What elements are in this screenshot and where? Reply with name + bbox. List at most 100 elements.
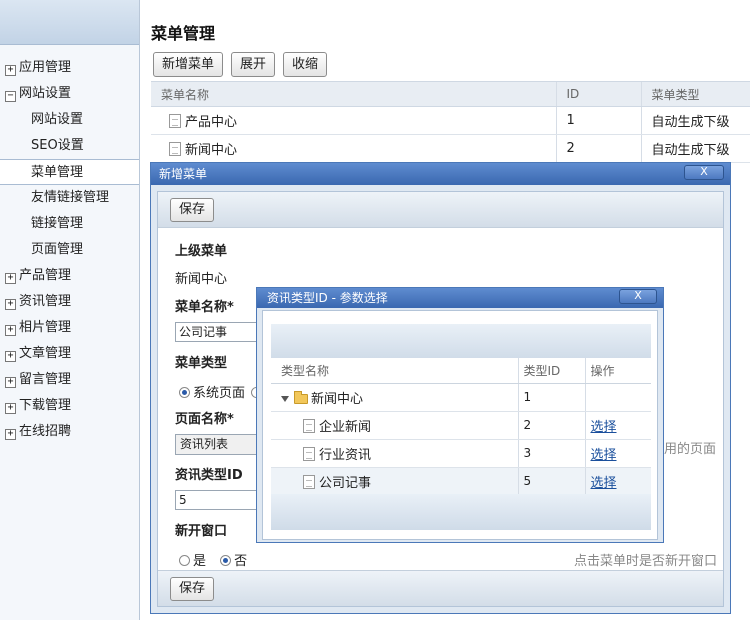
table-row[interactable]: 企业新闻 2 选择 [271,411,651,440]
sidebar-item-friend-links[interactable]: 友情链接管理 [0,185,139,211]
radio-system-page[interactable] [179,387,190,398]
type-name-cell: 企业新闻 [271,411,518,440]
expand-icon[interactable]: + [5,403,16,414]
expand-icon[interactable]: + [5,377,16,388]
tree-root-name: 新闻中心 [311,391,364,407]
row-name: 新闻中心 [185,143,238,158]
sidebar-menu: + 应用管理 − 网站设置 网站设置 SEO设置 菜单管理 友情链接管理 链接管理 … [0,55,139,445]
collapse-button[interactable]: 收缩 [283,52,328,77]
pick-toolbar-bottom [271,494,651,530]
sidebar-item-menu-manage[interactable]: 菜单管理 [0,159,139,185]
sidebar-item-products[interactable]: + 产品管理 [0,263,139,289]
table-header: 类型名称 类型ID 操作 [271,358,651,384]
select-link[interactable]: 选择 [591,476,617,491]
menu-name-input[interactable]: 公司记事 [175,322,261,342]
tree-root-row[interactable]: 新闻中心 1 [271,383,651,412]
radio-no[interactable] [220,555,232,566]
column-header-type[interactable]: 菜单类型 [640,81,750,107]
sidebar-item-links[interactable]: 链接管理 [0,211,139,237]
news-type-id-input[interactable]: 5 [175,490,261,510]
sidebar-item-photos[interactable]: + 相片管理 [0,315,139,341]
column-header-type-name[interactable]: 类型名称 [271,358,518,384]
news-type-table: 类型名称 类型ID 操作 新闻中心 1 企业新闻 2 选择 行业资讯 3 选择 … [271,358,651,496]
pick-toolbar-top [271,324,651,360]
parent-menu-value: 新闻中心 [175,272,228,287]
menu-type-label: 菜单类型 [175,356,228,371]
row-type: 自动生成下级 [640,106,750,135]
page-name-select[interactable]: 资讯列表 [175,434,261,455]
new-window-radio-group: 是 否 [179,550,247,569]
table-row[interactable]: 新闻中心 2 自动生成下级 [151,134,750,163]
document-icon [169,114,181,128]
type-name: 公司记事 [319,475,372,491]
type-name-cell: 公司记事 [271,467,518,496]
tree-root-id: 1 [517,383,585,412]
column-header-name[interactable]: 菜单名称 [151,81,556,107]
document-icon [169,142,181,156]
sidebar-item-recruit[interactable]: + 在线招聘 [0,419,139,445]
table-row[interactable]: 产品中心 1 自动生成下级 [151,106,750,135]
type-name: 行业资讯 [319,447,372,463]
column-header-type-id[interactable]: 类型ID [517,358,585,384]
select-link[interactable]: 选择 [591,448,617,463]
table-row[interactable]: 公司记事 5 选择 [271,467,651,496]
radio-system-page-label: 系统页面 [193,386,246,401]
sidebar-item-label: 网站设置 [31,112,84,127]
close-icon[interactable]: X [619,289,657,304]
sidebar-item-downloads[interactable]: + 下载管理 [0,393,139,419]
dialog-title[interactable]: 新增菜单 [151,163,730,185]
sidebar-item-site-settings[interactable]: 网站设置 [0,107,139,133]
dialog-body: 类型名称 类型ID 操作 新闻中心 1 企业新闻 2 选择 行业资讯 3 选择 … [262,310,658,540]
tree-root-action [584,383,651,412]
dialog-toolbar-top: 保存 [158,192,723,228]
sidebar-item-label: 菜单管理 [31,165,84,180]
expand-icon[interactable]: + [5,325,16,336]
row-id: 1 [555,106,641,135]
tree-root-cell: 新闻中心 [271,383,518,412]
radio-yes[interactable] [179,555,190,566]
sidebar-item-app[interactable]: + 应用管理 [0,55,139,81]
sidebar-item-label: 资讯管理 [19,294,72,309]
news-type-id-label: 资讯类型ID [175,468,243,483]
sidebar-item-label: 文章管理 [19,346,72,361]
expand-icon[interactable]: + [5,351,16,362]
type-name-cell: 行业资讯 [271,439,518,468]
save-button-bottom[interactable]: 保存 [170,577,215,601]
expand-icon[interactable]: + [5,273,16,284]
action-cell: 选择 [584,411,651,440]
sidebar-item-seo[interactable]: SEO设置 [0,133,139,159]
menu-name-label: 菜单名称* [175,300,234,315]
collapse-icon[interactable]: − [5,91,16,102]
expand-icon[interactable]: + [5,65,16,76]
parent-menu-label: 上级菜单 [175,244,228,259]
type-name: 企业新闻 [319,419,372,435]
sidebar-item-label: 应用管理 [19,60,72,75]
expand-icon[interactable]: + [5,299,16,310]
row-name-cell: 产品中心 [151,106,556,135]
expand-icon[interactable]: + [5,429,16,440]
column-header-action[interactable]: 操作 [584,358,651,384]
action-cell: 选择 [584,467,651,496]
expand-button[interactable]: 展开 [231,52,276,77]
sidebar-item-articles[interactable]: + 文章管理 [0,341,139,367]
new-window-hint: 点击菜单时是否新开窗口 [574,554,718,569]
sidebar-item-site-settings-group[interactable]: − 网站设置 [0,81,139,107]
sidebar-item-news[interactable]: + 资讯管理 [0,289,139,315]
action-cell: 选择 [584,439,651,468]
column-header-id[interactable]: ID [555,81,641,107]
sidebar-item-pages[interactable]: 页面管理 [0,237,139,263]
tree-expand-arrow-icon[interactable] [281,395,289,402]
sidebar-item-label: 相片管理 [19,320,72,335]
radio-no-label: 否 [234,554,248,569]
select-link[interactable]: 选择 [591,420,617,435]
dialog-title[interactable]: 资讯类型ID - 参数选择 [257,288,663,308]
sidebar-item-messages[interactable]: + 留言管理 [0,367,139,393]
close-icon[interactable]: X [684,165,724,180]
save-button-top[interactable]: 保存 [170,198,215,222]
table-row[interactable]: 行业资讯 3 选择 [271,439,651,468]
page-name-label: 页面名称* [175,412,234,427]
add-menu-button[interactable]: 新增菜单 [153,52,224,77]
sidebar-item-label: 网站设置 [19,86,72,101]
sidebar-item-label: 下载管理 [19,398,72,413]
sidebar-header [0,0,139,45]
